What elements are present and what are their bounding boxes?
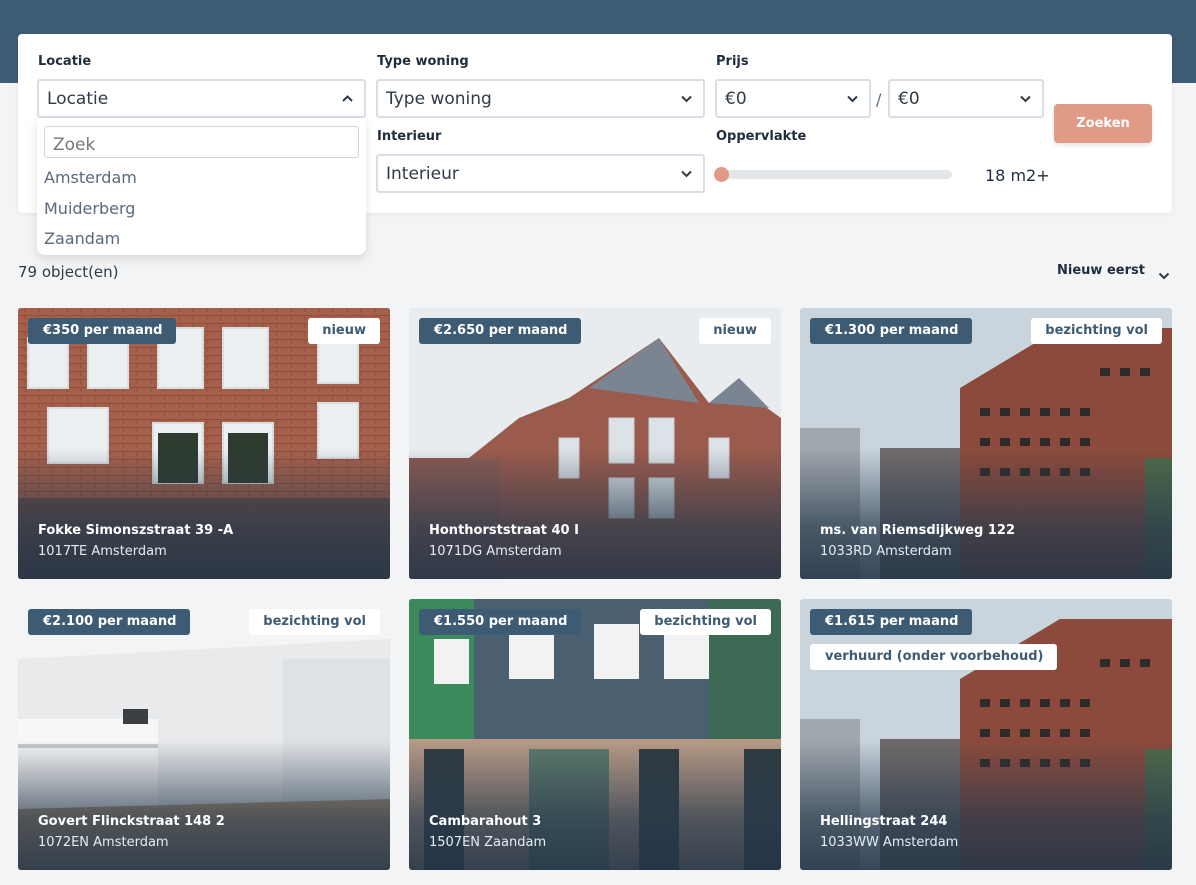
location-search-input[interactable] [44, 126, 359, 158]
interior-select-value: Interieur [386, 164, 459, 184]
card-gradient [18, 740, 390, 870]
location-option-amsterdam[interactable]: Amsterdam [44, 168, 137, 187]
status-badge: bezichting vol [249, 609, 380, 635]
price-max-value: €0 [898, 89, 920, 109]
listing-city: 1507EN Zaandam [429, 835, 547, 850]
location-dropdown: Amsterdam Muiderberg Zaandam [37, 118, 366, 255]
price-tag: €2.100 per maand [28, 609, 191, 635]
results-count: 79 object(en) [18, 263, 119, 281]
listing-street: Honthorststraat 40 I [429, 523, 579, 538]
type-select[interactable]: Type woning [376, 79, 705, 118]
chevron-down-icon [846, 92, 859, 105]
listing-street: Fokke Simonszstraat 39 -A [38, 523, 234, 538]
listing-street: ms. van Riemsdijkweg 122 [820, 523, 1015, 538]
card-gradient [409, 740, 781, 870]
location-select[interactable]: Locatie [37, 79, 366, 118]
price-min-value: €0 [725, 89, 747, 109]
listing-street: Hellingstraat 244 [820, 814, 948, 829]
listing-card[interactable]: €2.100 per maand bezichting vol Govert F… [18, 599, 390, 870]
listing-card[interactable]: €350 per maand nieuw Fokke Simonszstraat… [18, 308, 390, 579]
location-option-zaandam[interactable]: Zaandam [44, 229, 120, 248]
location-select-value: Locatie [47, 89, 109, 109]
price-min-select[interactable]: €0 [715, 79, 871, 118]
price-label: Prijs [716, 54, 749, 69]
chevron-down-icon [680, 167, 693, 180]
type-label: Type woning [377, 54, 469, 69]
listing-card[interactable]: €2.650 per maand nieuw Honthorststraat 4… [409, 308, 781, 579]
location-label: Locatie [38, 54, 92, 69]
sort-select[interactable]: Nieuw eerst [1057, 263, 1145, 278]
listing-city: 1033WW Amsterdam [820, 835, 959, 850]
price-max-select[interactable]: €0 [888, 79, 1044, 118]
card-gradient [800, 740, 1172, 870]
listing-city: 1071DG Amsterdam [429, 544, 562, 559]
interior-select[interactable]: Interieur [376, 154, 705, 193]
interior-label: Interieur [377, 129, 442, 144]
card-gradient [800, 449, 1172, 579]
search-button[interactable]: Zoeken [1054, 104, 1152, 143]
chevron-up-icon [341, 92, 354, 105]
price-tag: €2.650 per maand [419, 318, 582, 344]
chevron-down-icon [680, 92, 693, 105]
listing-card[interactable]: €1.300 per maand bezichting vol ms. van … [800, 308, 1172, 579]
area-slider-handle[interactable] [714, 167, 729, 182]
status-badge: bezichting vol [1031, 318, 1162, 344]
status-badge: nieuw [308, 318, 380, 344]
card-gradient [409, 449, 781, 579]
area-label: Oppervlakte [716, 129, 807, 144]
area-value: 18 m2+ [985, 166, 1050, 185]
location-option-muiderberg[interactable]: Muiderberg [44, 199, 135, 218]
price-tag: €1.550 per maand [419, 609, 582, 635]
type-select-value: Type woning [386, 89, 492, 109]
chevron-down-icon[interactable] [1158, 266, 1170, 285]
status-badge: nieuw [699, 318, 771, 344]
listing-card[interactable]: €1.550 per maand bezichting vol Cambarah… [409, 599, 781, 870]
listing-city: 1017TE Amsterdam [38, 544, 167, 559]
price-tag: €350 per maand [28, 318, 177, 344]
chevron-down-icon [1019, 92, 1032, 105]
listing-city: 1033RD Amsterdam [820, 544, 952, 559]
price-tag: €1.300 per maand [810, 318, 973, 344]
card-gradient [18, 449, 390, 579]
listing-street: Cambarahout 3 [429, 814, 542, 829]
price-tag: €1.615 per maand [810, 609, 973, 635]
price-separator: / [876, 90, 882, 109]
status-badge: verhuurd (onder voorbehoud) [810, 644, 1058, 670]
listing-city: 1072EN Amsterdam [38, 835, 169, 850]
status-badge: bezichting vol [640, 609, 771, 635]
area-slider[interactable] [716, 170, 952, 179]
listing-card[interactable]: €1.615 per maand verhuurd (onder voorbeh… [800, 599, 1172, 870]
listing-street: Govert Flinckstraat 148 2 [38, 814, 225, 829]
